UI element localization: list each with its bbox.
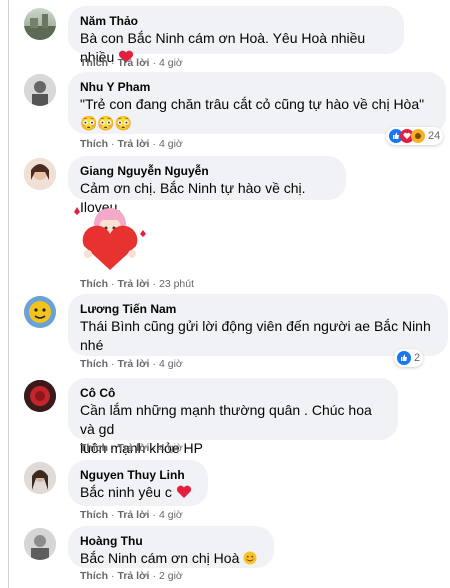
like-button[interactable]: Thích [80,509,108,521]
separator: · [152,509,156,521]
comment-bubble: Năm Thảo Bà con Bắc Ninh cám ơn Hoà. Yêu… [68,6,404,65]
reaction-summary[interactable]: 24 [386,127,444,145]
comment-time[interactable]: 23 phút [159,278,194,290]
reply-button[interactable]: Trả lời [118,509,150,521]
haha-reaction-icon [411,129,425,143]
avatar[interactable] [24,8,56,40]
comment-author[interactable]: Năm Thảo [80,13,392,29]
like-button[interactable]: Thích [80,358,108,370]
separator: · [111,138,115,150]
separator: · [111,358,115,370]
comment-actions: Thích · Trả lời · 4 giờ [80,442,183,454]
girl-heart-sticker [68,204,152,274]
comment-bubble: Lương Tiến Nam Thái Bình cũng gửi lời độ… [68,294,448,356]
avatar[interactable] [24,380,56,412]
comment-bubble: Hoàng Thu Bắc Ninh cám ơn chị Hoà [68,526,274,568]
like-button[interactable]: Thích [80,138,108,150]
comment-bubble: Cô Cô Cần lắm những mạnh thường quân . C… [68,378,398,456]
comment-time[interactable]: 2 giờ [159,570,183,582]
comment-bubble: Nguyen Thuy Linh Bắc ninh yêu c [68,460,208,506]
reply-button[interactable]: Trả lời [118,57,150,69]
comment-actions: Thích · Trả lời · 4 giờ [80,358,183,370]
separator: · [152,442,156,454]
separator: · [111,278,115,290]
comment-bubble: Giang Nguyễn Nguyễn Cảm ơn chị. Bắc Ninh… [68,156,346,215]
avatar[interactable] [24,158,56,190]
comment-text: Bắc ninh yêu c [80,483,196,502]
separator: · [111,570,115,582]
comment-bubble: Nhu Y Pham "Trẻ con đang chăn trâu cắt c… [68,72,446,134]
comment-text-body: Bắc ninh yêu c [80,484,172,500]
comment-actions: Thích · Trả lời · 4 giờ [80,138,183,150]
avatar[interactable] [24,74,56,106]
separator: · [152,138,156,150]
comment-time[interactable]: 4 giờ [159,442,183,454]
comment-author[interactable]: Lương Tiến Nam [80,301,436,317]
comment-author[interactable]: Nhu Y Pham [80,79,434,95]
separator: · [152,570,156,582]
comment-time[interactable]: 4 giờ [159,509,183,521]
separator: · [111,442,115,454]
comment-actions: Thích · Trả lời · 23 phút [80,278,194,290]
comment-actions: Thích · Trả lời · 4 giờ [80,509,183,521]
like-reaction-icon [397,351,411,365]
comment-time[interactable]: 4 giờ [159,138,183,150]
reply-button[interactable]: Trả lời [118,570,150,582]
separator: · [111,57,115,69]
comment-text-line-1: Thái Bình cũng gửi lời động viên đến ngư… [80,318,431,334]
comment-actions: Thích · Trả lời · 4 giờ [80,57,183,69]
like-button[interactable]: Thích [80,278,108,290]
reaction-count: 2 [414,352,421,364]
comment-actions: Thích · Trả lời · 2 giờ [80,570,183,582]
separator: · [111,509,115,521]
comment-text-line-1: Cần lắm những mạnh thường quân . Chúc ho… [80,402,372,437]
comment-time[interactable]: 4 giờ [159,358,183,370]
reaction-count: 24 [428,130,441,142]
smile-emoji-icon [243,551,257,565]
reply-button[interactable]: Trả lời [118,278,150,290]
separator: · [152,358,156,370]
separator: · [152,57,156,69]
separator: · [152,278,156,290]
comment-author[interactable]: Nguyen Thuy Linh [80,467,196,483]
reaction-summary[interactable]: 2 [394,349,424,367]
comment-emoji-line: 😳😳😳 [80,115,133,131]
like-button[interactable]: Thích [80,57,108,69]
reply-button[interactable]: Trả lời [118,358,150,370]
heart-emoji-icon [176,485,191,498]
avatar[interactable] [24,462,56,494]
comment-text-line-2: nhé [80,337,104,353]
comment-text: "Trẻ con đang chăn trâu cắt cỏ cũng tự h… [80,96,425,112]
comment-author[interactable]: Hoàng Thu [80,533,262,549]
comment-author[interactable]: Cô Cô [80,385,386,401]
comment-time[interactable]: 4 giờ [159,57,183,69]
comment-author[interactable]: Giang Nguyễn Nguyễn [80,163,334,179]
reply-button[interactable]: Trả lời [118,442,150,454]
avatar[interactable] [24,296,56,328]
like-button[interactable]: Thích [80,570,108,582]
comment-text-body: Bắc Ninh cám ơn chị Hoà [80,550,240,566]
thread-line [8,0,9,588]
reply-button[interactable]: Trả lời [118,138,150,150]
comment-text: Bắc Ninh cám ơn chị Hoà [80,549,262,568]
avatar[interactable] [24,528,56,560]
like-button[interactable]: Thích [80,442,108,454]
